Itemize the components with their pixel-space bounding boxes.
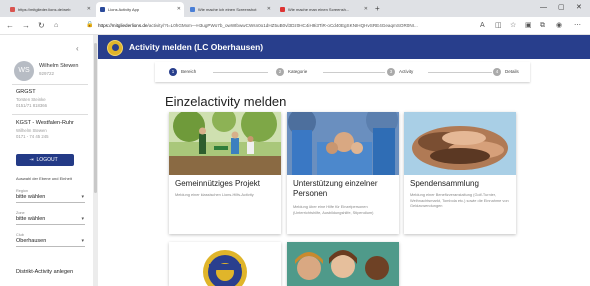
stepper: 1 Bereich 2 Kategorie 3 Activity 4 Details bbox=[155, 62, 530, 82]
reload-icon[interactable]: ↻ bbox=[38, 19, 45, 32]
org1-line2: 0151/71 818366 bbox=[16, 103, 48, 108]
step-connector bbox=[213, 72, 268, 73]
close-tab-icon[interactable]: ✕ bbox=[177, 2, 181, 17]
team-hands-photo bbox=[287, 112, 399, 175]
browser-tab[interactable]: Wie mache man einen Screensh... ✕ bbox=[276, 2, 371, 17]
favorite-icon[interactable]: ☆ bbox=[510, 19, 516, 32]
lock-icon: 🔒 bbox=[86, 22, 94, 28]
dropdown-arrow-icon: ▾ bbox=[81, 216, 84, 222]
home-icon[interactable]: ⌂ bbox=[54, 19, 58, 32]
url-host: https://mitgliederlions.de bbox=[98, 23, 148, 28]
card-spendensammlung[interactable]: Spendensammlung Meldung einer Benefizver… bbox=[404, 112, 516, 234]
dropdown-arrow-icon: ▾ bbox=[81, 194, 84, 200]
favicon-icon bbox=[280, 7, 285, 12]
url-field[interactable]: https://mitgliederlions.de/activity/?t=L… bbox=[98, 20, 473, 31]
extensions-icon[interactable]: ⧉ bbox=[540, 19, 545, 32]
forward-icon[interactable]: → bbox=[22, 19, 30, 32]
app-bar: Activity melden (LC Oberhausen) bbox=[98, 35, 590, 59]
volunteers-planting-photo bbox=[169, 112, 281, 175]
region-select[interactable]: Region bitte wählen ▾ bbox=[16, 189, 85, 203]
stacked-hands-photo bbox=[404, 112, 516, 175]
card-title: Gemeinnütziges Projekt bbox=[175, 179, 260, 188]
close-tab-icon[interactable]: ✕ bbox=[87, 2, 91, 17]
card-title: Unterstützung einzelner Personen bbox=[293, 179, 378, 198]
collections-icon[interactable]: ▣ bbox=[525, 19, 532, 32]
divider bbox=[12, 84, 88, 85]
card-people-partial[interactable] bbox=[287, 242, 399, 286]
step-kategorie[interactable]: 2 Kategorie bbox=[276, 67, 307, 77]
favicon-icon bbox=[100, 7, 105, 12]
reader-icon[interactable]: ◫ bbox=[495, 19, 502, 32]
card-description: Meldung einer Benefizveranstaltung (Golf… bbox=[410, 192, 509, 208]
step-details[interactable]: 4 Details bbox=[493, 67, 519, 77]
user-id: 929722 bbox=[39, 71, 55, 76]
lions-logo-icon bbox=[107, 40, 123, 56]
user-name: Wilhelm Stewen bbox=[39, 63, 79, 69]
card-unterstuetzung-personen[interactable]: Unterstützung einzelner Personen Meldung… bbox=[287, 112, 399, 234]
browser-tab-active[interactable]: Lions Activity App ✕ bbox=[96, 2, 184, 17]
favicon-icon bbox=[190, 7, 195, 12]
step-bereich[interactable]: 1 Bereich bbox=[169, 67, 196, 77]
club-select[interactable]: Club Oberhausen ▾ bbox=[16, 233, 85, 247]
divider bbox=[12, 114, 88, 115]
select-value: bitte wählen bbox=[16, 216, 46, 222]
logout-button[interactable]: ⇥ LOGOUT bbox=[16, 154, 74, 166]
back-icon[interactable]: ← bbox=[6, 19, 14, 32]
avatar: WS bbox=[14, 61, 34, 81]
district-activity-link[interactable]: Distrikt-Activity anlegen bbox=[16, 269, 73, 275]
card-description: Meldung über eine Hilfe für Einzelperson… bbox=[293, 204, 374, 215]
card-lions-logo-partial[interactable] bbox=[169, 242, 281, 286]
address-bar-row: ← → ↻ ⌂ 🔒 https://mitgliederlions.de/act… bbox=[0, 17, 590, 35]
close-tab-icon[interactable]: ✕ bbox=[267, 2, 271, 17]
level-hint: Auswahl der Ebene und Einheit bbox=[16, 176, 72, 181]
maximize-icon[interactable]: ▢ bbox=[558, 2, 565, 14]
read-aloud-icon[interactable]: A bbox=[480, 19, 485, 32]
lions-emblem-icon bbox=[169, 242, 281, 286]
select-value: bitte wählen bbox=[16, 194, 46, 200]
smiling-people-photo bbox=[287, 242, 399, 286]
browser-tab-bar: https://mitglieder.lions.de/web ✕ Lions … bbox=[0, 0, 590, 17]
browser-tab[interactable]: Wie mache ich einen Screenshot ✕ bbox=[186, 2, 274, 17]
minimize-icon[interactable]: — bbox=[540, 2, 547, 14]
step-connector bbox=[428, 72, 492, 73]
close-window-icon[interactable]: ✕ bbox=[576, 2, 582, 14]
step-activity[interactable]: 3 Activity bbox=[387, 67, 413, 77]
scrollbar-thumb[interactable] bbox=[94, 43, 97, 193]
zone-select[interactable]: Zone bitte wählen ▾ bbox=[16, 211, 85, 225]
org1-line1: Torsten Steinke bbox=[16, 97, 46, 102]
org1-title: GRGST bbox=[16, 89, 36, 95]
browser-tab[interactable]: https://mitglieder.lions.de/web ✕ bbox=[6, 2, 94, 17]
org2-line1: Wilhelm Stewen bbox=[16, 128, 47, 133]
card-title: Spendensammlung bbox=[410, 179, 479, 188]
step-connector bbox=[323, 72, 385, 73]
card-description: Meldung einer klassischen Lions-Hilfs-Ac… bbox=[175, 192, 254, 197]
org2-title: KGST - Westfalen-Ruhr bbox=[16, 120, 74, 126]
chevron-left-icon[interactable]: ‹ bbox=[76, 44, 79, 53]
favicon-icon bbox=[10, 7, 15, 12]
app-title: Activity melden (LC Oberhausen) bbox=[129, 42, 264, 52]
new-tab-icon[interactable]: + bbox=[375, 2, 380, 15]
sidebar-scrollbar[interactable] bbox=[93, 35, 98, 286]
select-value: Oberhausen bbox=[16, 238, 47, 244]
org2-line2: 0171 - 74 45 245 bbox=[16, 134, 49, 139]
logout-icon: ⇥ bbox=[29, 157, 34, 163]
page-title: Einzelactivity melden bbox=[165, 94, 287, 109]
card-gemeinnuetziges-projekt[interactable]: Gemeinnütziges Projekt Meldung einer kla… bbox=[169, 112, 281, 234]
profile-icon[interactable]: ◉ bbox=[556, 19, 562, 32]
more-icon[interactable]: ⋯ bbox=[574, 19, 581, 32]
url-path: /activity/?t=L0hGMxm—H3ugPWo7b_owWIbwwCW… bbox=[147, 23, 418, 28]
dropdown-arrow-icon: ▾ bbox=[81, 238, 84, 244]
close-tab-icon[interactable]: ✕ bbox=[364, 2, 368, 17]
